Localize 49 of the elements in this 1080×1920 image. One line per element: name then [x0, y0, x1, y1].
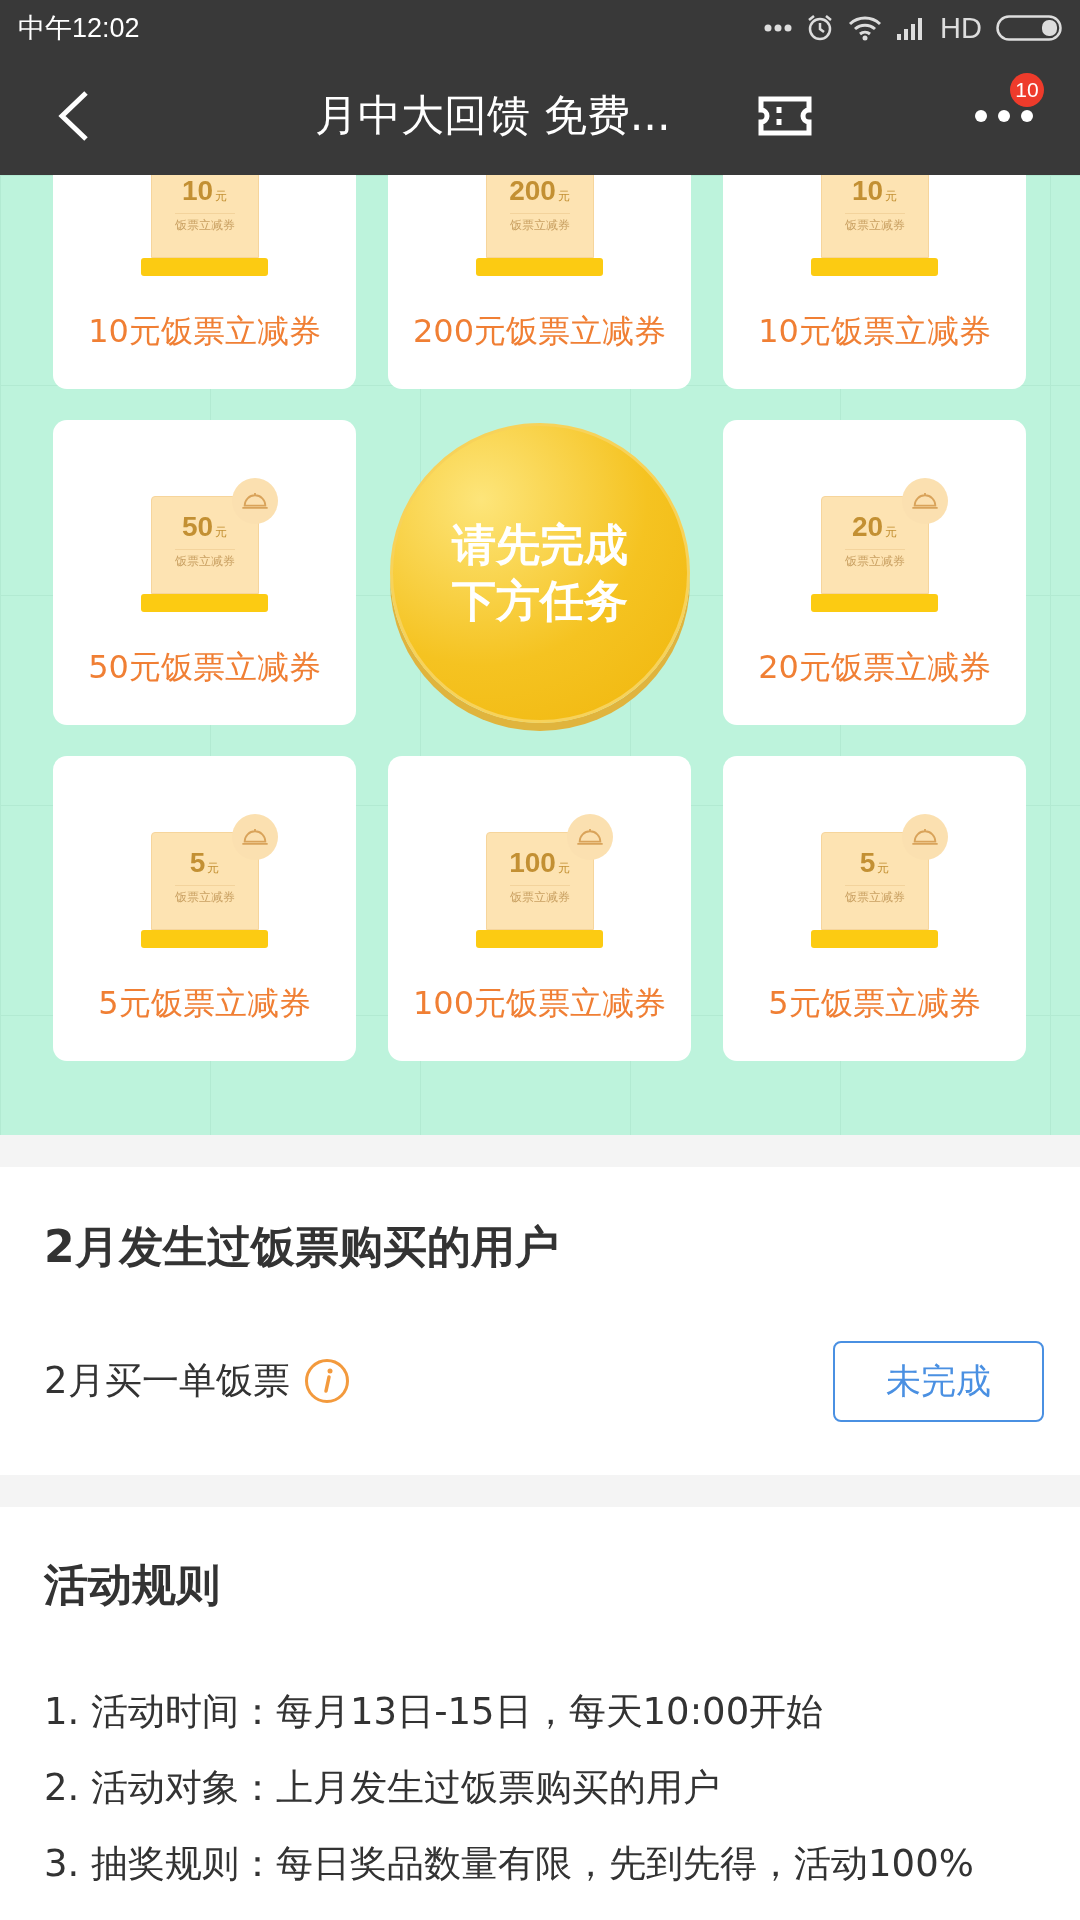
- coupon-unit: 元: [557, 188, 570, 205]
- section-title: 2月发生过饭票购买的用户: [44, 1220, 560, 1274]
- prize-label: 10元饭票立减券: [758, 311, 991, 352]
- prize-label: 5元饭票立减券: [98, 983, 311, 1024]
- task-status-button[interactable]: 未完成: [833, 1340, 1044, 1422]
- prize-label: 100元饭票立减券: [412, 983, 667, 1024]
- coupon-unit: 元: [885, 524, 898, 541]
- prize-label: 20元饭票立减券: [758, 647, 991, 688]
- wifi-icon: [848, 15, 883, 41]
- rule-text: 1. 活动时间：每月13日-15日，每天10:00开始: [44, 1689, 825, 1735]
- ticket-icon[interactable]: [757, 94, 813, 137]
- coupon-subtitle: 饭票立减券: [174, 549, 235, 570]
- coupon-subtitle: 饭票立减券: [844, 885, 905, 906]
- prize-label: 50元饭票立减券: [88, 647, 321, 688]
- coupon-amount: 5: [859, 847, 876, 879]
- more-dots-icon: [764, 24, 793, 32]
- coupon-amount: 10: [181, 175, 214, 207]
- status-time: 中午12:02: [18, 12, 140, 45]
- coupon-unit: 元: [885, 188, 898, 205]
- prize-label: 10元饭票立减券: [88, 311, 321, 352]
- rule-text: 3. 抽奖规则：每日奖品数量有限，先到先得，活动100%: [44, 1841, 975, 1887]
- coupon-subtitle: 饭票立减券: [509, 885, 570, 906]
- coupon-unit: 元: [557, 860, 570, 877]
- coupon-amount: 10: [851, 175, 884, 207]
- coupon-unit: 元: [207, 860, 220, 877]
- coupon-amount: 5: [189, 847, 206, 879]
- coupon-amount: 20: [851, 511, 884, 543]
- notification-badge: 10: [1010, 72, 1044, 107]
- prize-label: 5元饭票立减券: [768, 983, 981, 1024]
- coupon-subtitle: 饭票立减券: [174, 213, 235, 234]
- coupon-amount: 50: [181, 511, 214, 543]
- battery-icon: [996, 15, 1062, 41]
- network-type: HD: [940, 11, 982, 45]
- prize-label: 200元饭票立减券: [412, 311, 667, 352]
- more-button[interactable]: [974, 108, 1034, 123]
- page-title: 月中大回馈 免费...: [315, 88, 672, 142]
- coupon-subtitle: 饭票立减券: [509, 213, 570, 234]
- rule-text: 2. 活动对象：上月发生过饭票购买的用户: [44, 1765, 722, 1811]
- task-label: 2月买一单饭票: [44, 1358, 290, 1404]
- coupon-amount: 200: [509, 175, 556, 207]
- coupon-unit: 元: [215, 188, 228, 205]
- coupon-unit: 元: [215, 524, 228, 541]
- coupon-subtitle: 饭票立减券: [844, 213, 905, 234]
- coupon-unit: 元: [877, 860, 890, 877]
- coupon-subtitle: 饭票立减券: [174, 885, 235, 906]
- section-title: 活动规则: [44, 1558, 221, 1612]
- back-icon[interactable]: [56, 89, 90, 142]
- coupon-subtitle: 饭票立减券: [844, 549, 905, 570]
- coupon-amount: 100: [509, 847, 556, 879]
